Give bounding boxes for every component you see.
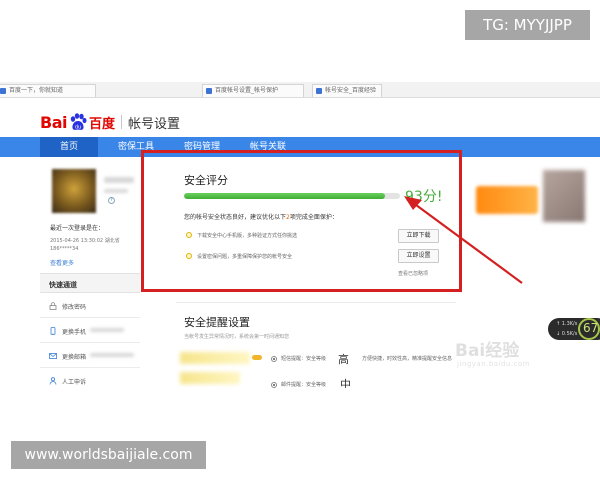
reminder-section-title: 安全提醒设置 [184,316,250,329]
tg-watermark: TG: MYYJJPP [465,10,590,40]
view-more-link[interactable]: 查看更多 [50,258,74,267]
last-login-time: 2015-04-26 13:30:02 [50,238,104,244]
quick-item-label: 人工申诉 [62,379,87,386]
promo-image[interactable] [543,170,585,222]
blurred-phone [90,328,124,332]
quick-access-title: 快速通道 [49,281,77,289]
quick-item-label: 修改密码 [62,304,87,311]
browser-tab[interactable]: 百度一下，你就知道 [0,84,96,97]
reminder-section-subtitle: 当帐号发生异常情况时，系统会第一时间通知您 [184,334,290,340]
baidu-paw-icon: du [70,113,87,131]
favicon-icon [316,88,322,94]
favicon-icon [206,88,212,94]
svg-text:du: du [75,125,81,131]
promo-banner[interactable] [476,186,538,214]
last-login-place: 湖北省 [104,238,120,244]
nav-tab-home[interactable]: 首页 [40,137,98,157]
browser-tab[interactable]: 百度帐号设置_帐号保护 [202,84,304,97]
browser-tab-strip: 百度一下，你就知道 百度帐号设置_帐号保护 帐号安全_百度经验 [0,82,600,98]
last-login-label: 最近一次登录是在： [50,225,105,232]
logo-divider [121,115,122,129]
blurred-username [104,177,134,183]
quick-item-label: 更换手机 [62,329,87,336]
reminder-illustration [180,372,240,384]
last-login-date: 2015-04-26 13:30:02 湖北省 [50,237,120,244]
reminder-illustration [180,352,250,364]
key-icon [252,355,262,360]
security-level-high: 高 [338,353,349,366]
mail-icon [49,353,57,359]
quick-item-change-password[interactable]: 修改密码 [40,294,140,318]
browser-tab-label: 百度一下，你就知道 [9,87,64,94]
logo-bai-text: Bai [40,112,67,132]
section-divider [176,302,456,303]
quick-access-header: 快速通道 [40,273,140,293]
blurred-userinfo [104,189,128,193]
mail-reminder-label: 邮件提醒：安全等级 [281,382,327,388]
browser-tab-label: 帐号安全_百度经验 [325,87,377,94]
quick-item-label: 更换邮箱 [62,354,87,361]
baidu-logo[interactable]: Bai du 百度 帐号设置 [40,112,180,132]
avatar[interactable] [52,169,96,213]
sms-reminder-detail: 方便快捷，时效性高，精准提醒安全信息 [362,356,453,362]
sidebar: ? 最近一次登录是在： 2015-04-26 13:30:02 湖北省 186*… [40,157,140,397]
person-icon [49,377,57,385]
quick-item-change-phone[interactable]: 更换手机 [40,319,140,343]
highlight-frame [141,150,462,292]
screenshot-root: 百度一下，你就知道 百度帐号设置_帐号保护 帐号安全_百度经验 Bai du 百… [0,0,600,480]
sms-reminder-radio[interactable] [271,356,277,362]
phone-icon [50,327,56,335]
page-title: 帐号设置 [128,116,181,132]
last-login-phone: 186*****34 [50,246,79,252]
help-icon[interactable]: ? [108,197,115,204]
url-watermark: www.worldsbaijiale.com [11,441,206,469]
favicon-icon [0,88,6,94]
jingyan-logo-text: Bai经验 [455,341,520,361]
baidu-jingyan-watermark: Bai经验 jingyan.baidu.com [455,330,595,370]
browser-tab[interactable]: 帐号安全_百度经验 [312,84,382,97]
logo-du-text: 百度 [88,116,115,132]
sms-reminder-label: 短信提醒：安全等级 [281,356,327,362]
upload-speed: ↑ 1.3K/s [556,321,577,327]
upload-speed-value: 1.3K/s [561,321,578,327]
browser-tab-label: 百度帐号设置_帐号保护 [215,87,279,94]
quick-item-change-email[interactable]: 更换邮箱 [40,344,140,368]
lock-icon [49,302,57,310]
blurred-email [90,353,134,357]
jingyan-url: jingyan.baidu.com [457,360,531,368]
arrow-up-icon: ↑ [556,321,561,327]
